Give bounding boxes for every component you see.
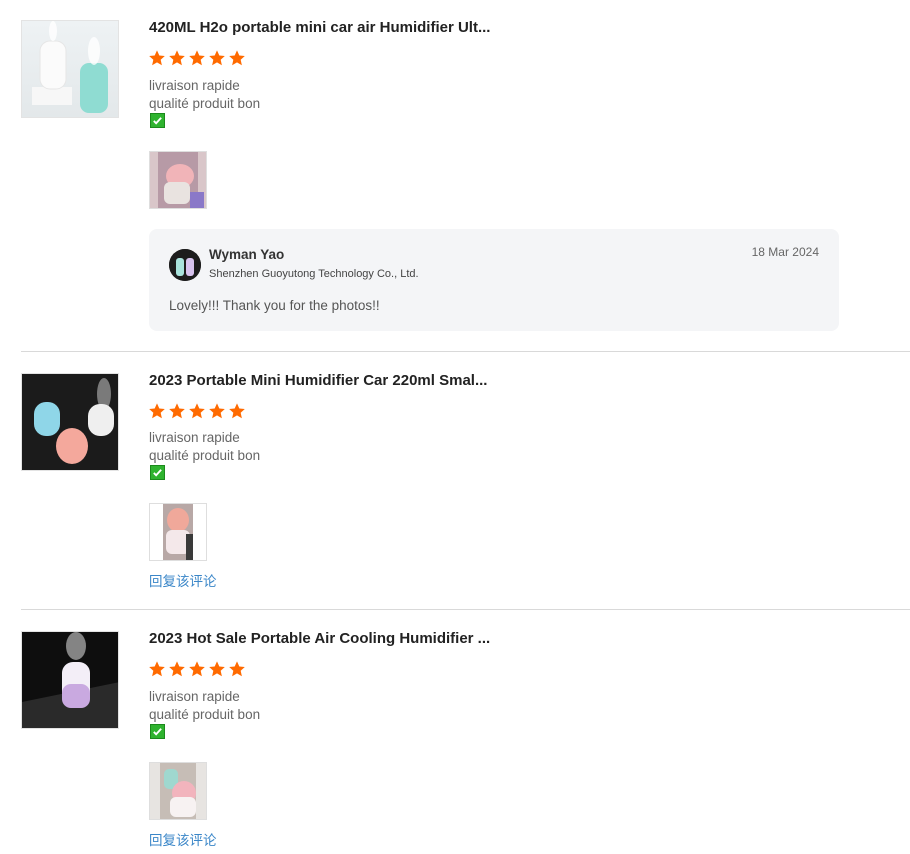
product-title[interactable]: 2023 Hot Sale Portable Air Cooling Humid… (149, 630, 494, 647)
star-icon (189, 403, 205, 419)
review-text-line: qualité produit bon (149, 707, 261, 722)
reply-text: Lovely!!! Thank you for the photos!! (169, 298, 380, 313)
star-icon (229, 661, 245, 677)
product-title[interactable]: 420ML H2o portable mini car air Humidifi… (149, 19, 494, 36)
divider (21, 609, 910, 610)
star-icon (189, 50, 205, 66)
review-photo[interactable] (149, 503, 207, 561)
check-mark-icon (150, 113, 165, 128)
product-thumbnail[interactable] (21, 373, 119, 471)
check-mark-icon (150, 724, 165, 739)
review-text-line: livraison rapide (149, 430, 240, 445)
star-icon (229, 403, 245, 419)
review-text-line: qualité produit bon (149, 96, 261, 111)
product-title[interactable]: 2023 Portable Mini Humidifier Car 220ml … (149, 372, 494, 389)
seller-reply-card: Wyman Yao Shenzhen Guoyutong Technology … (149, 229, 839, 331)
divider (21, 351, 910, 352)
review-photo[interactable] (149, 762, 207, 820)
product-thumbnail[interactable] (21, 20, 119, 118)
review-text-line: livraison rapide (149, 78, 240, 93)
seller-name: Wyman Yao (209, 247, 285, 262)
reply-to-review-link[interactable]: 回复该评论 (149, 570, 217, 590)
reply-date: 18 Mar 2024 (751, 245, 819, 259)
review-text-line: qualité produit bon (149, 448, 261, 463)
star-icon (209, 661, 225, 677)
star-icon (149, 661, 165, 677)
product-thumbnail[interactable] (21, 631, 119, 729)
star-icon (209, 403, 225, 419)
seller-avatar (169, 249, 201, 281)
check-mark-icon (150, 465, 165, 480)
rating-stars (148, 660, 246, 678)
review-photo[interactable] (149, 151, 207, 209)
rating-stars (148, 49, 246, 67)
star-icon (169, 403, 185, 419)
star-icon (209, 50, 225, 66)
star-icon (149, 403, 165, 419)
star-icon (229, 50, 245, 66)
star-icon (169, 661, 185, 677)
review-text-line: livraison rapide (149, 689, 240, 704)
seller-company: Shenzhen Guoyutong Technology Co., Ltd. (209, 268, 419, 280)
star-icon (169, 50, 185, 66)
star-icon (149, 50, 165, 66)
rating-stars (148, 402, 246, 420)
star-icon (189, 661, 205, 677)
reply-to-review-link[interactable]: 回复该评论 (149, 829, 217, 849)
